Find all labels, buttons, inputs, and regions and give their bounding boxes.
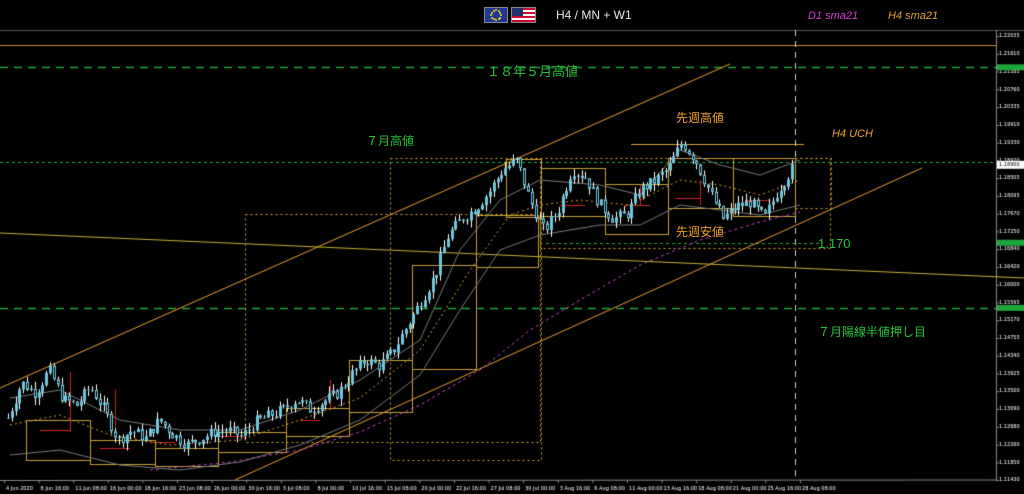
label-last-week-high: 先週高値 — [676, 111, 725, 125]
label-h4-uch: H4 UCH — [832, 128, 873, 140]
legend-h4-sma21: H4 sma21 — [888, 10, 939, 22]
label-level-1170: 1.170 — [818, 236, 851, 251]
label-july-half-retrace: ７月陽線半値押し目 — [818, 325, 927, 339]
legend-d1-sma21: D1 sma21 — [808, 10, 859, 22]
label-may2018-high: １８年５月高値 — [487, 64, 579, 79]
label-july-high: ７月高値 — [366, 134, 415, 148]
label-last-week-low: 先週安値 — [676, 225, 725, 239]
